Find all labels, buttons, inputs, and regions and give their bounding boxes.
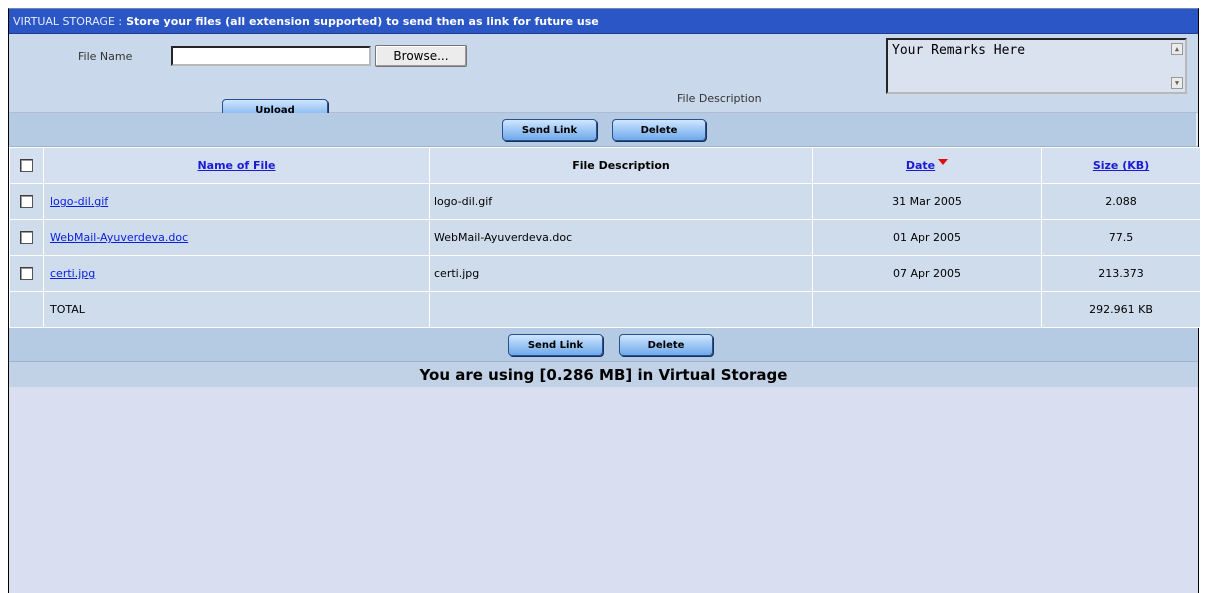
header-name: Name of File: [43, 147, 430, 184]
file-size-cell: 213.373: [1041, 255, 1201, 292]
file-date-cell: 07 Apr 2005: [812, 255, 1042, 292]
remarks-textarea[interactable]: Your Remarks Here ▲ ▼: [886, 38, 1187, 94]
header-size: Size (KB): [1041, 147, 1201, 184]
sort-by-size-link[interactable]: Size (KB): [1093, 159, 1149, 172]
sort-by-date-link[interactable]: Date: [906, 159, 935, 172]
file-description-cell: logo-dil.gif: [429, 183, 813, 220]
total-empty-cell: [9, 291, 44, 328]
panel-title-bar: VIRTUAL STORAGE : Store your files (all …: [9, 9, 1198, 34]
total-value: 292.961 KB: [1041, 291, 1201, 328]
header-date: Date: [812, 147, 1042, 184]
file-link[interactable]: logo-dil.gif: [50, 195, 108, 208]
files-table: Name of File File Description Date Size …: [9, 147, 1201, 328]
file-link[interactable]: certi.jpg: [50, 267, 95, 280]
table-row: WebMail-Ayuverdeva.doc WebMail-Ayuverdev…: [9, 219, 1201, 256]
file-size-cell: 77.5: [1041, 219, 1201, 256]
sort-desc-icon: [938, 159, 949, 165]
browse-button[interactable]: Browse...: [375, 45, 467, 67]
table-row: logo-dil.gif logo-dil.gif 31 Mar 2005 2.…: [9, 183, 1201, 220]
scroll-up-icon[interactable]: ▲: [1171, 43, 1183, 55]
remarks-text: Your Remarks Here: [892, 43, 1026, 58]
file-name-input[interactable]: [171, 46, 371, 66]
row-checkbox[interactable]: [20, 195, 33, 209]
total-empty-date: [812, 291, 1042, 328]
send-link-button-top[interactable]: Send Link: [502, 119, 597, 141]
file-link[interactable]: WebMail-Ayuverdeva.doc: [50, 231, 188, 244]
row-check-cell: [9, 183, 44, 220]
remarks-scrollbar[interactable]: ▲ ▼: [1171, 43, 1183, 89]
upload-section: File Name Browse... Upload File Descript…: [9, 34, 1198, 121]
file-size-cell: 2.088: [1041, 183, 1201, 220]
sort-by-name-link[interactable]: Name of File: [197, 159, 275, 172]
file-date-cell: 31 Mar 2005: [812, 183, 1042, 220]
send-link-button-bottom[interactable]: Send Link: [508, 334, 603, 356]
storage-usage-text: You are using [0.286 MB] in Virtual Stor…: [9, 362, 1198, 387]
row-checkbox[interactable]: [20, 267, 33, 281]
top-action-bar: Send Link Delete: [9, 113, 1198, 147]
file-description-cell: certi.jpg: [429, 255, 813, 292]
table-row: certi.jpg certi.jpg 07 Apr 2005 213.373: [9, 255, 1201, 292]
bottom-action-bar: Send Link Delete: [9, 328, 1198, 362]
file-description-label: File Description: [677, 92, 762, 105]
select-all-cell: [9, 147, 44, 184]
select-all-checkbox[interactable]: [20, 159, 33, 173]
file-name-cell: certi.jpg: [43, 255, 430, 292]
delete-button-bottom[interactable]: Delete: [619, 334, 713, 356]
file-name-label: File Name: [78, 50, 133, 63]
scroll-down-icon[interactable]: ▼: [1171, 77, 1183, 89]
file-name-cell: logo-dil.gif: [43, 183, 430, 220]
header-description: File Description: [429, 147, 813, 184]
panel-title-text: Store your files (all extension supporte…: [126, 14, 599, 28]
row-checkbox[interactable]: [20, 231, 33, 245]
file-name-cell: WebMail-Ayuverdeva.doc: [43, 219, 430, 256]
action-bar-divider: [1196, 113, 1198, 146]
row-check-cell: [9, 255, 44, 292]
file-description-cell: WebMail-Ayuverdeva.doc: [429, 219, 813, 256]
panel-title-prefix: VIRTUAL STORAGE :: [13, 14, 123, 28]
virtual-storage-panel: VIRTUAL STORAGE : Store your files (all …: [8, 8, 1201, 593]
total-row: TOTAL 292.961 KB: [9, 291, 1201, 328]
row-check-cell: [9, 219, 44, 256]
total-empty-desc: [429, 291, 813, 328]
table-header-row: Name of File File Description Date Size …: [9, 147, 1201, 184]
delete-button-top[interactable]: Delete: [612, 119, 706, 141]
file-date-cell: 01 Apr 2005: [812, 219, 1042, 256]
total-label: TOTAL: [43, 291, 430, 328]
